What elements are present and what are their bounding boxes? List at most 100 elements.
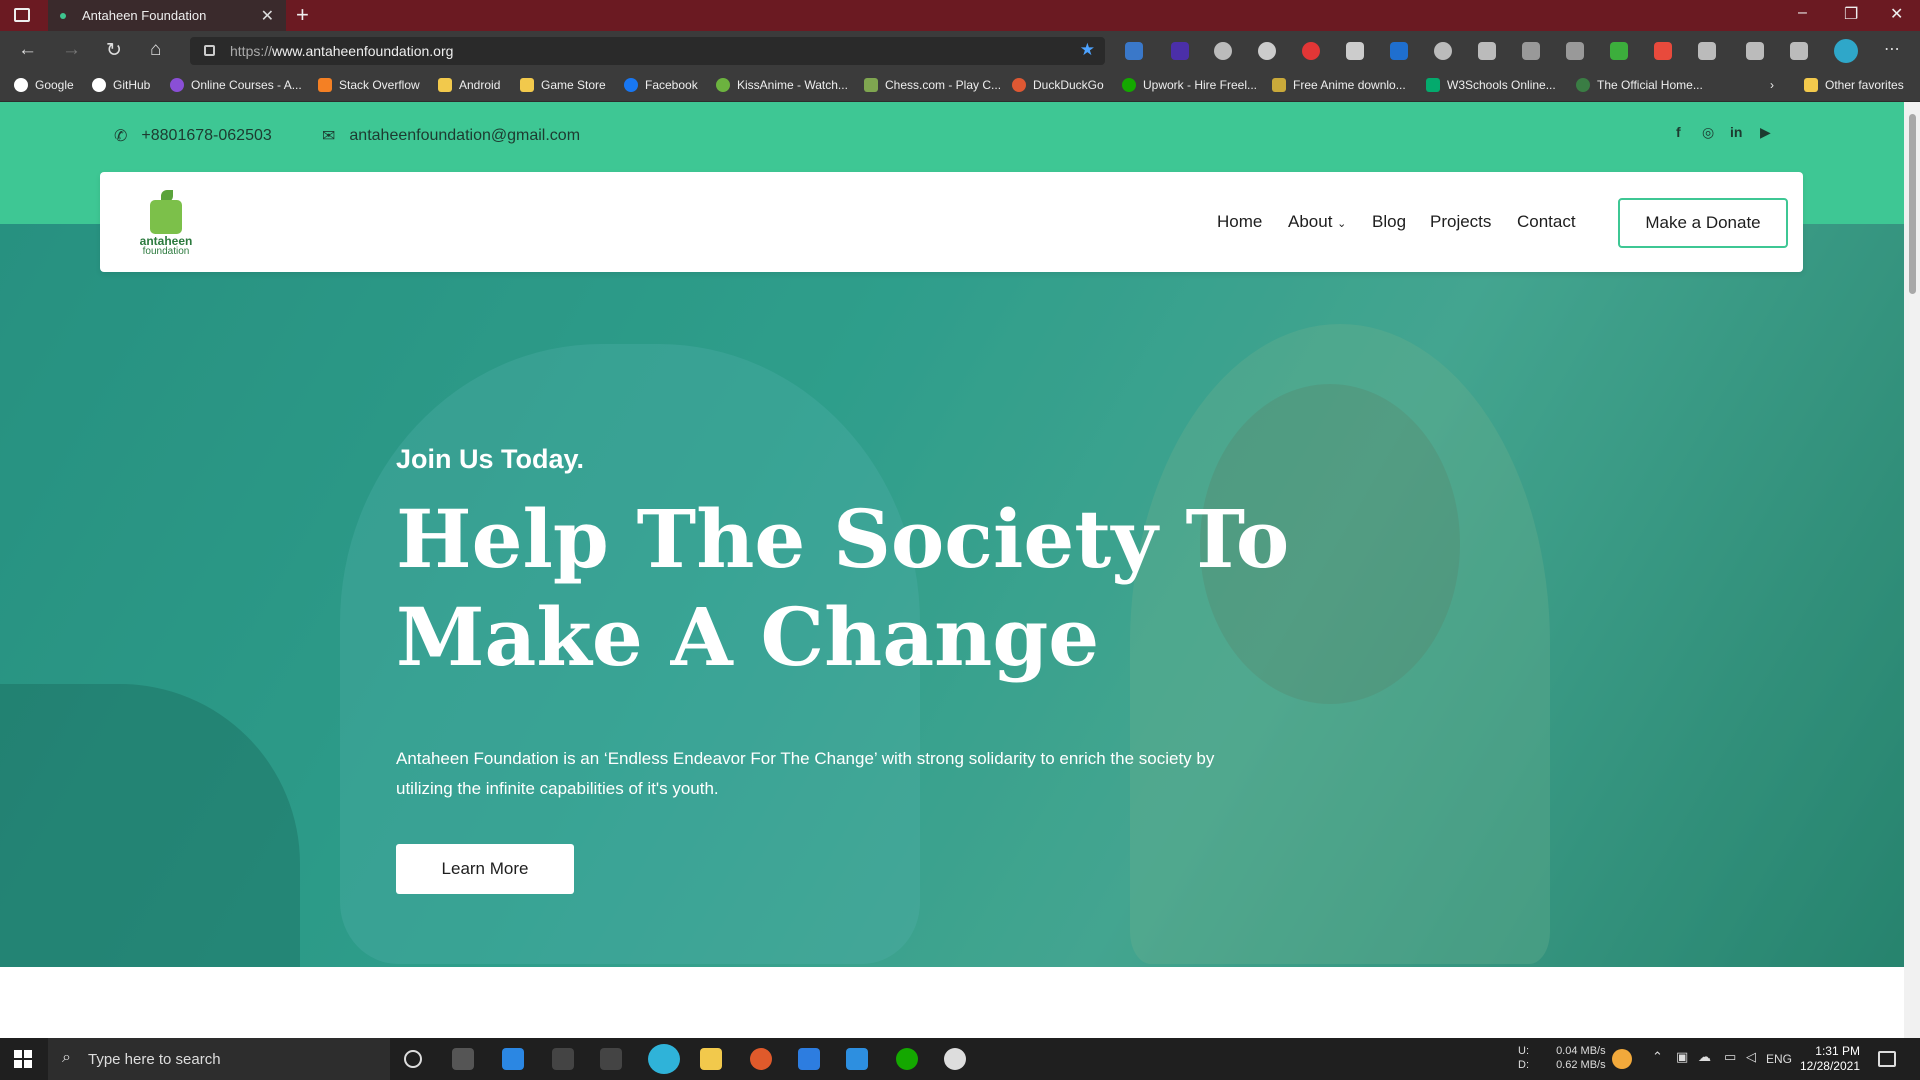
more-menu-icon[interactable]: ⋯ — [1884, 39, 1900, 59]
close-tab-icon[interactable]: ✕ — [261, 6, 274, 26]
wordpress-app-icon[interactable] — [944, 1048, 966, 1070]
extension-cloud-icon[interactable] — [1214, 42, 1232, 60]
net-down-speed: 0.62 MB/s — [1556, 1059, 1606, 1071]
clock-time: 1:31 PM — [1815, 1044, 1860, 1058]
taskbar-search[interactable]: ⌕ Type here to search — [48, 1038, 390, 1080]
bookmark-w3schools[interactable]: W3Schools Online... — [1426, 78, 1556, 92]
extension-v-icon[interactable] — [1346, 42, 1364, 60]
browser-tab-strip: Antaheen Foundation ✕ + – ❐ ✕ — [0, 0, 1920, 31]
volume-icon[interactable]: ◁ — [1746, 1050, 1756, 1064]
bookmark-stack-overflow[interactable]: Stack Overflow — [318, 78, 420, 92]
hero-description: Antaheen Foundation is an ‘Endless Endea… — [396, 749, 1215, 798]
home-icon[interactable]: ⌂ — [150, 39, 161, 61]
facebook-icon[interactable]: f — [1676, 124, 1681, 140]
net-down-label: D: — [1518, 1059, 1529, 1071]
extension-react-icon[interactable] — [1258, 42, 1276, 60]
bookmark-duckduckgo[interactable]: DuckDuckGo — [1012, 78, 1104, 92]
nav-blog[interactable]: Blog — [1372, 212, 1406, 232]
extension-target-icon[interactable] — [1434, 42, 1452, 60]
forward-icon[interactable]: → — [62, 39, 81, 61]
nav-about-label: About — [1288, 212, 1333, 231]
nav-contact[interactable]: Contact — [1517, 212, 1576, 232]
bookmark-chess[interactable]: Chess.com - Play C... — [864, 78, 1001, 92]
site-logo[interactable]: antaheen foundation — [136, 190, 196, 258]
bookmark-official-home[interactable]: The Official Home... — [1576, 78, 1703, 92]
taskbar-search-placeholder: Type here to search — [88, 1050, 221, 1068]
extension-colorful-icon[interactable] — [1654, 42, 1672, 60]
back-icon[interactable]: ← — [18, 39, 37, 61]
weather-icon[interactable] — [1612, 1049, 1632, 1069]
net-up-label: U: — [1518, 1045, 1529, 1057]
learn-more-button[interactable]: Learn More — [396, 844, 574, 894]
restore-icon[interactable]: ❐ — [1844, 4, 1858, 24]
terminal-icon[interactable] — [552, 1048, 574, 1070]
favorites-icon[interactable] — [1746, 42, 1764, 60]
extensions-puzzle-icon[interactable] — [1698, 42, 1716, 60]
bookmark-github[interactable]: GitHub — [92, 78, 150, 92]
file-explorer-icon[interactable] — [700, 1048, 722, 1070]
microphone-app-icon[interactable] — [750, 1048, 772, 1070]
edge-icon[interactable] — [648, 1044, 680, 1074]
extension-pen-icon[interactable] — [1522, 42, 1540, 60]
scrollbar-thumb[interactable] — [1909, 114, 1916, 294]
collections-icon[interactable] — [1790, 42, 1808, 60]
new-tab-icon[interactable]: + — [296, 2, 309, 28]
phone-contact[interactable]: ✆ +8801678-062503 — [114, 126, 272, 146]
store-icon[interactable] — [502, 1048, 524, 1070]
minimize-icon[interactable]: – — [1798, 4, 1807, 22]
logo-text-line2: foundation — [142, 246, 190, 257]
browser-tab[interactable]: Antaheen Foundation ✕ — [48, 0, 286, 31]
extension-feather-icon[interactable] — [1566, 42, 1584, 60]
extension-news-icon[interactable] — [1125, 42, 1143, 60]
tray-device-icon[interactable]: ▣ — [1676, 1050, 1688, 1064]
bookmark-online-courses[interactable]: Online Courses - A... — [170, 78, 302, 92]
network-icon[interactable]: ▭ — [1724, 1050, 1736, 1064]
refresh-icon[interactable]: ↻ — [106, 39, 122, 62]
bookmark-upwork[interactable]: Upwork - Hire Freel... — [1122, 78, 1257, 92]
nav-about[interactable]: About ⌄ — [1288, 212, 1346, 232]
task-view-icon[interactable] — [452, 1048, 474, 1070]
main-navigation: antaheen foundation Home About ⌄ Blog Pr… — [100, 172, 1803, 272]
cortana-icon[interactable] — [404, 1050, 422, 1068]
nav-projects[interactable]: Projects — [1430, 212, 1491, 232]
email-contact[interactable]: ✉ antaheenfoundation@gmail.com — [322, 126, 580, 146]
make-a-donate-button[interactable]: Make a Donate — [1618, 198, 1788, 248]
windows-start-icon[interactable] — [14, 1050, 32, 1068]
bookmark-android[interactable]: Android — [438, 78, 500, 92]
url-field[interactable]: https://www.antaheenfoundation.org ★ — [190, 37, 1105, 65]
extension-li-icon[interactable] — [1390, 42, 1408, 60]
extension-18-icon[interactable] — [1171, 42, 1189, 60]
notifications-icon[interactable] — [1878, 1051, 1896, 1067]
favorite-star-icon[interactable]: ★ — [1080, 40, 1095, 60]
page-scrollbar[interactable] — [1904, 102, 1920, 1038]
system-clock[interactable]: 1:31 PM 12/28/2021 — [1790, 1044, 1860, 1074]
extension-download-icon[interactable] — [1610, 42, 1628, 60]
lock-icon — [204, 45, 215, 56]
extension-copy-icon[interactable] — [1478, 42, 1496, 60]
mail-icon[interactable] — [846, 1048, 868, 1070]
linkedin-icon[interactable]: in — [1730, 124, 1742, 140]
bookmark-free-anime[interactable]: Free Anime downlo... — [1272, 78, 1406, 92]
close-window-icon[interactable]: ✕ — [1890, 4, 1903, 24]
bookmarks-overflow-icon[interactable]: › — [1770, 78, 1774, 92]
nav-home[interactable]: Home — [1217, 212, 1262, 232]
onedrive-icon[interactable]: ☁ — [1698, 1050, 1711, 1064]
bookmark-game-store[interactable]: Game Store — [520, 78, 606, 92]
hero-headline-line2: Make A Change — [396, 590, 1100, 684]
logo-bag-icon — [150, 200, 182, 234]
bookmark-google[interactable]: Google — [14, 78, 74, 92]
bookmark-kissanime[interactable]: KissAnime - Watch... — [716, 78, 848, 92]
profile-avatar-icon[interactable] — [1834, 39, 1858, 63]
search-icon: ⌕ — [62, 1049, 71, 1066]
bookmark-facebook[interactable]: Facebook — [624, 78, 698, 92]
language-indicator[interactable]: ENG — [1766, 1052, 1792, 1066]
youtube-icon[interactable]: ▶ — [1760, 124, 1771, 141]
upwork-app-icon[interactable] — [896, 1048, 918, 1070]
powershell-icon[interactable] — [600, 1048, 622, 1070]
instagram-icon[interactable]: ◎ — [1702, 124, 1714, 141]
paint-app-icon[interactable] — [798, 1048, 820, 1070]
extension-adblock-icon[interactable] — [1302, 42, 1320, 60]
tab-actions-icon[interactable] — [14, 8, 30, 22]
show-hidden-icons-icon[interactable]: ⌃ — [1652, 1050, 1663, 1064]
bookmark-other-favorites[interactable]: Other favorites — [1804, 78, 1904, 92]
